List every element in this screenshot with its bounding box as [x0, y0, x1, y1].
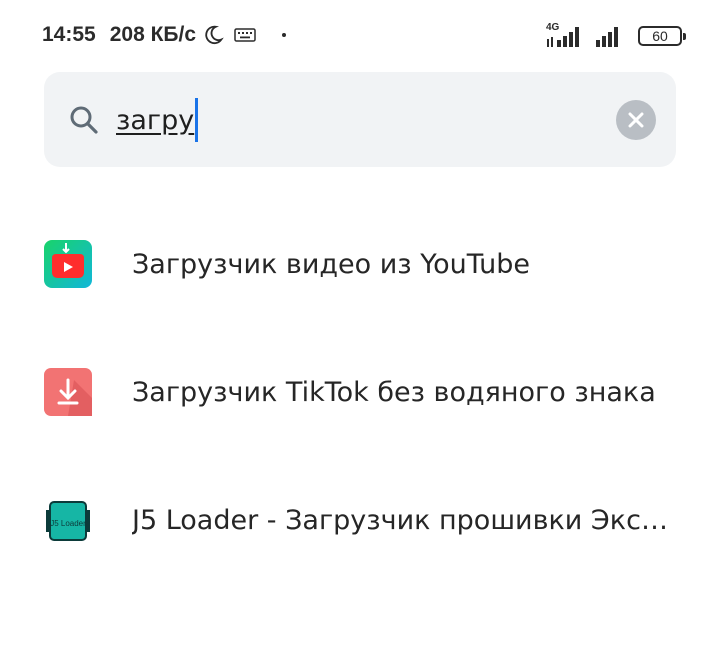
search-icon [70, 106, 98, 134]
search-box[interactable]: загру [44, 72, 676, 167]
status-bar: 14:55 208 КБ/с 4G 60 [0, 0, 720, 70]
j5-icon-text: J5 Loader [50, 519, 86, 528]
search-input-value: загру [116, 104, 195, 136]
youtube-downloader-icon [44, 240, 92, 288]
network-type-label: 4G [546, 22, 560, 33]
battery-indicator: 60 [638, 26, 686, 46]
clear-search-button[interactable] [616, 100, 656, 140]
tiktok-downloader-icon [44, 368, 92, 416]
search-input[interactable]: загру [116, 98, 536, 142]
clear-icon [628, 112, 644, 128]
keyboard-icon [234, 28, 256, 42]
result-item[interactable]: J5 Loader J5 Loader - Загрузчик прошивки… [0, 456, 720, 584]
battery-level: 60 [652, 28, 668, 44]
signal-icon [596, 27, 618, 47]
signal-4g: 4G [546, 22, 584, 48]
status-time: 14:55 [42, 23, 96, 46]
status-right: 4G 60 [536, 20, 686, 48]
network-speed: 208 КБ/с [109, 23, 197, 46]
result-title: Загрузчик TikTok без водяного знака [132, 376, 656, 408]
notification-dot [282, 33, 287, 37]
result-title: Загрузчик видео из YouTube [132, 248, 531, 280]
status-left: 14:55 208 КБ/с [42, 22, 287, 48]
text-caret [195, 98, 199, 142]
moon-icon [205, 25, 224, 45]
result-item[interactable]: Загрузчик видео из YouTube [0, 200, 720, 328]
signal-sim2 [594, 24, 626, 48]
j5-loader-icon: J5 Loader [46, 501, 90, 541]
result-item[interactable]: Загрузчик TikTok без водяного знака [0, 328, 720, 456]
result-title: J5 Loader - Загрузчик прошивки Экспресс [132, 504, 672, 536]
